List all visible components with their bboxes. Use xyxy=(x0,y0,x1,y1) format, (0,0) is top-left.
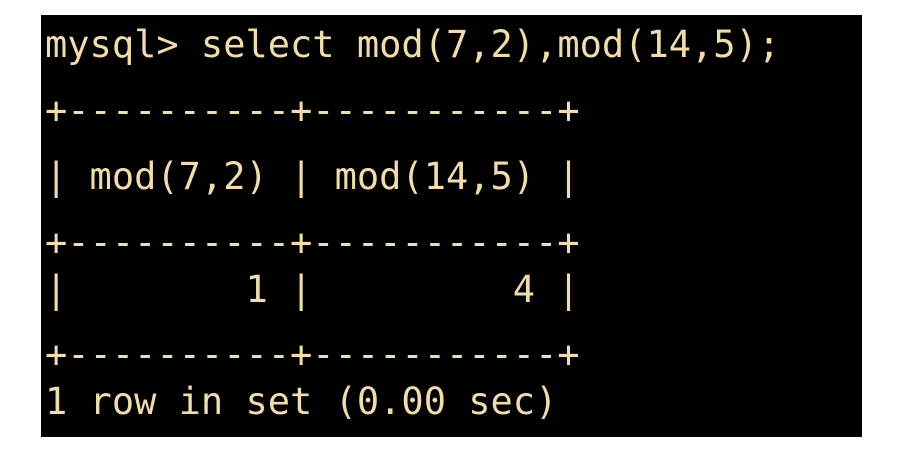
terminal-window[interactable]: mysql> select mod(7,2),mod(14,5); +-----… xyxy=(41,15,862,437)
table-border-middle: +----------+-----------+ xyxy=(45,221,580,264)
table-data-row: | 1 | 4 | xyxy=(45,268,580,311)
mysql-prompt-command-line: mysql> select mod(7,2),mod(14,5); xyxy=(45,23,781,66)
table-border-top: +----------+-----------+ xyxy=(45,89,580,132)
table-header-row: | mod(7,2) | mod(14,5) | xyxy=(45,155,580,198)
table-border-bottom: +----------+-----------+ xyxy=(45,333,580,376)
query-result-status: 1 row in set (0.00 sec) xyxy=(45,380,558,423)
